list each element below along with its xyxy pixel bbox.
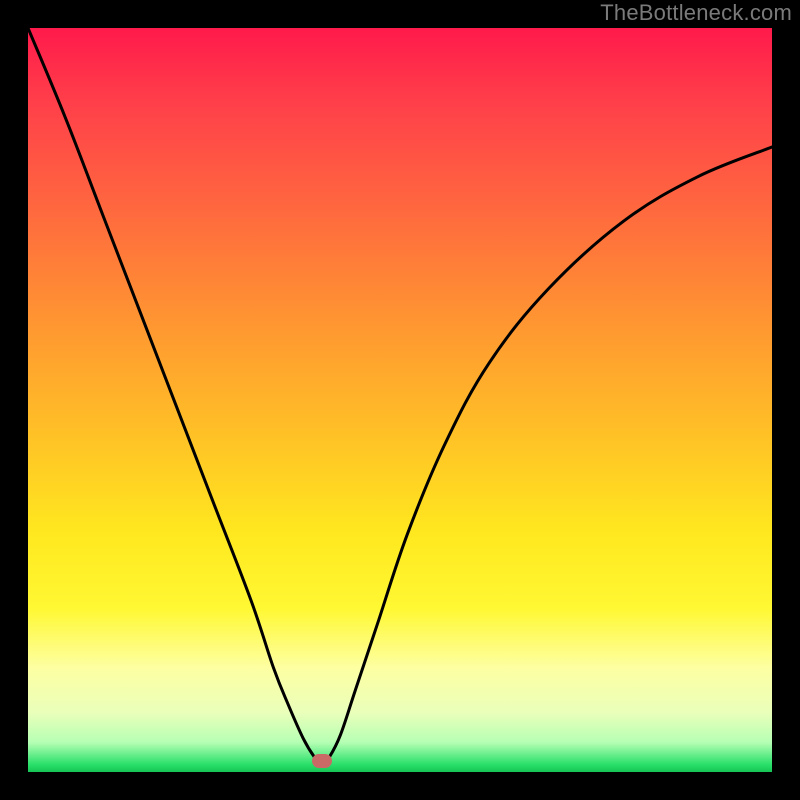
chart-frame: TheBottleneck.com: [0, 0, 800, 800]
minimum-marker: [312, 754, 332, 768]
plot-area: [28, 28, 772, 772]
bottleneck-curve-path: [28, 28, 772, 765]
watermark-text: TheBottleneck.com: [600, 0, 792, 26]
curve-svg: [28, 28, 772, 772]
